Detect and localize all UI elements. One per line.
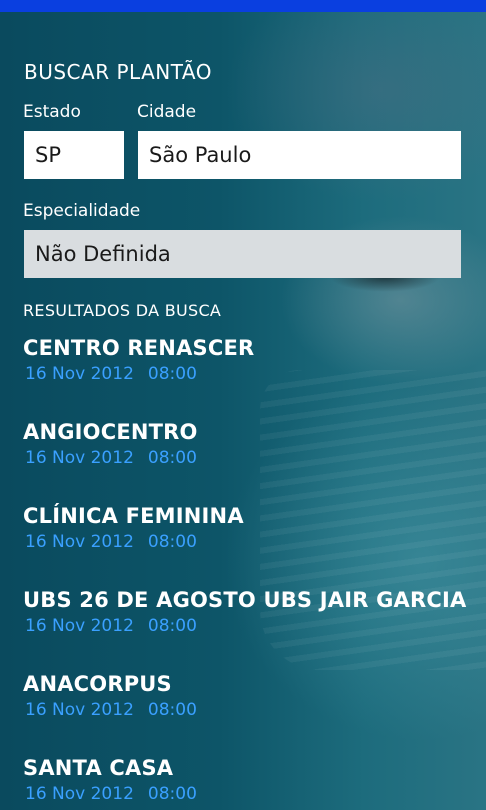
page-title: BUSCAR PLANTÃO (24, 60, 212, 84)
result-name: UBS 26 DE AGOSTO UBS JAIR GARCIA (23, 588, 467, 612)
result-datetime: 16 Nov 2012 08:00 (23, 364, 473, 384)
result-datetime: 16 Nov 2012 08:00 (23, 784, 473, 804)
result-item[interactable]: SANTA CASA 16 Nov 2012 08:00 (23, 756, 473, 810)
result-date: 16 Nov 2012 (25, 700, 134, 720)
result-date: 16 Nov 2012 (25, 448, 134, 468)
cidade-field[interactable]: São Paulo (138, 131, 461, 179)
result-time: 08:00 (147, 700, 197, 720)
result-name: ANGIOCENTRO (23, 420, 198, 444)
especialidade-label: Especialidade (23, 201, 141, 221)
result-time: 08:00 (147, 616, 197, 636)
result-time: 08:00 (147, 364, 197, 384)
result-item[interactable]: ANACORPUS 16 Nov 2012 08:00 (23, 672, 473, 742)
search-page: BUSCAR PLANTÃO Estado Cidade SP São Paul… (0, 0, 486, 810)
result-time: 08:00 (147, 784, 197, 804)
results-title: RESULTADOS DA BUSCA (23, 301, 222, 320)
result-date: 16 Nov 2012 (25, 784, 134, 804)
estado-label: Estado (23, 102, 81, 122)
result-name: CLÍNICA FEMININA (23, 504, 244, 528)
result-item[interactable]: CLÍNICA FEMININA 16 Nov 2012 08:00 (23, 504, 473, 574)
result-item[interactable]: ANGIOCENTRO 16 Nov 2012 08:00 (23, 420, 473, 490)
result-date: 16 Nov 2012 (25, 616, 134, 636)
result-date: 16 Nov 2012 (25, 532, 134, 552)
result-datetime: 16 Nov 2012 08:00 (23, 448, 473, 468)
result-name: SANTA CASA (23, 756, 174, 780)
cidade-label: Cidade (137, 102, 197, 122)
result-date: 16 Nov 2012 (25, 364, 134, 384)
result-datetime: 16 Nov 2012 08:00 (23, 616, 473, 636)
result-time: 08:00 (147, 448, 197, 468)
especialidade-select[interactable]: Não Definida (24, 230, 461, 278)
result-time: 08:00 (147, 532, 197, 552)
result-datetime: 16 Nov 2012 08:00 (23, 532, 473, 552)
result-item[interactable]: UBS 26 DE AGOSTO UBS JAIR GARCIA 16 Nov … (23, 588, 473, 658)
estado-field[interactable]: SP (24, 131, 124, 179)
result-item[interactable]: CENTRO RENASCER 16 Nov 2012 08:00 (23, 336, 473, 406)
result-datetime: 16 Nov 2012 08:00 (23, 700, 473, 720)
result-name: CENTRO RENASCER (23, 336, 255, 360)
result-name: ANACORPUS (23, 672, 172, 696)
